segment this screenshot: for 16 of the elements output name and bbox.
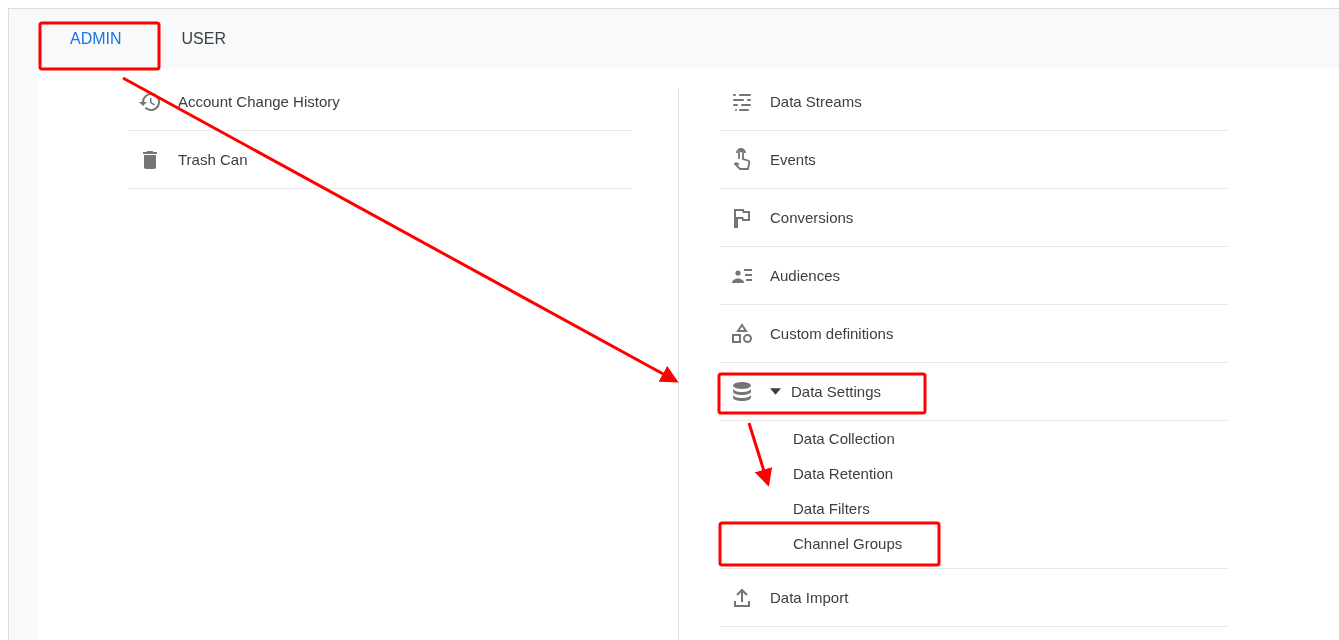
database-icon [730, 379, 754, 404]
submenu-item[interactable]: Data Collection [793, 421, 895, 456]
menu-item[interactable]: Events [720, 131, 1228, 189]
submenu-item[interactable]: Data Filters [793, 491, 870, 526]
menu-item[interactable]: Audiences [720, 247, 1228, 305]
menu-item[interactable]: Data Import [720, 569, 1228, 627]
menu-item[interactable]: Custom definitions [720, 305, 1228, 363]
menu-item[interactable]: Data Settings [720, 363, 1228, 421]
submenu-item[interactable]: Data Retention [793, 456, 894, 491]
menu-item[interactable]: Account Change History [128, 73, 632, 131]
tab[interactable]: USER [151, 9, 256, 69]
menu-item[interactable]: Data Streams [720, 73, 1228, 131]
menu-item[interactable]: Trash Can [128, 131, 632, 189]
menu-item[interactable]: Conversions [720, 189, 1228, 247]
tab[interactable]: ADMIN [40, 9, 152, 69]
shapes-icon [730, 321, 754, 346]
